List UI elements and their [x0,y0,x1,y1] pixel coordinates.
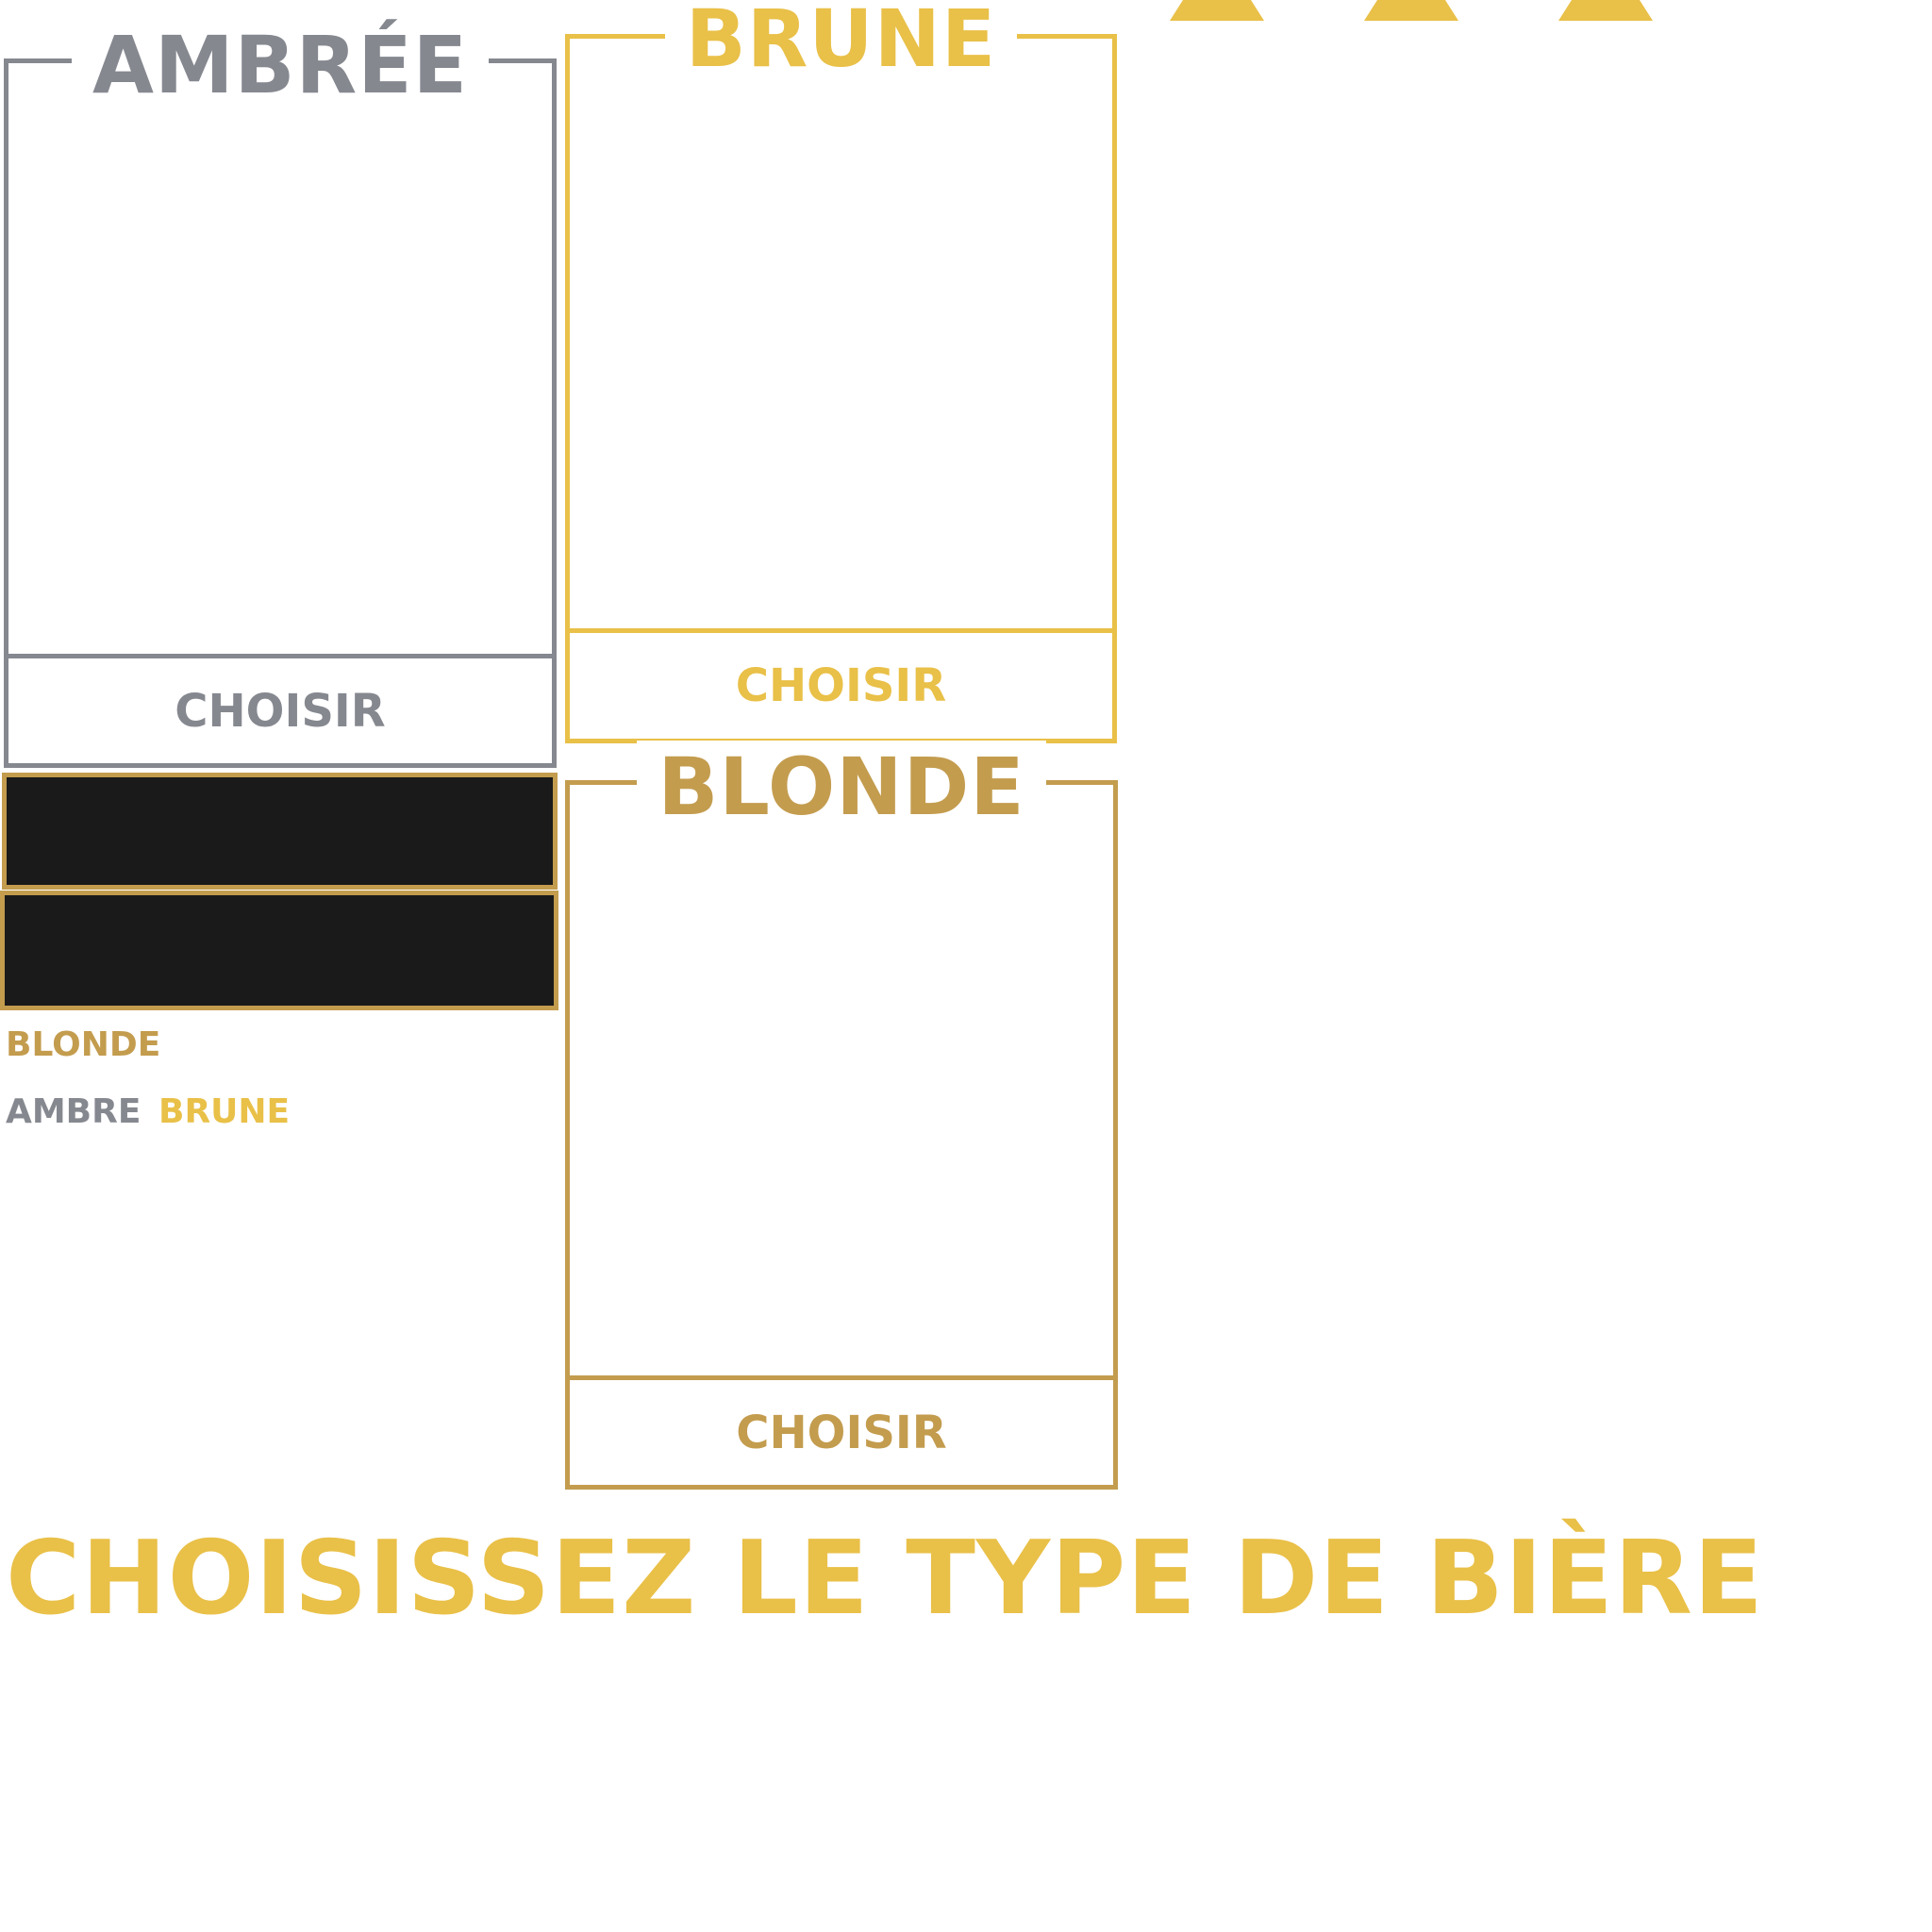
label-ambre: AMBRE [6,1092,142,1131]
dark-swatch [2,773,558,890]
panel-title-brune: BRUNE [570,0,1112,85]
choose-button-blonde[interactable]: CHOISIR [570,1380,1113,1485]
panel-title-text: AMBRÉE [71,19,490,111]
panel-blonde: BLONDE CHOISIR [565,741,1118,1490]
panel-title-text: BLONDE [637,741,1046,833]
panel-ambree: AMBRÉE CHOISIR [4,19,557,768]
dark-swatch [0,891,558,1010]
choose-button-ambree[interactable]: CHOISIR [8,658,552,763]
decorative-tab-shape [1364,0,1458,21]
decorative-tab-shape [1170,0,1264,21]
decorative-tab-shape [1558,0,1653,21]
page-heading: CHOISISSEZ LE TYPE DE BIÈRE [6,1520,1764,1638]
label-blonde: BLONDE [6,1025,161,1064]
choose-button-brune[interactable]: CHOISIR [570,633,1112,739]
label-brune: BRUNE [158,1092,291,1131]
panel-title-ambree: AMBRÉE [8,19,552,111]
panel-title-blonde: BLONDE [570,741,1113,833]
panel-title-text: BRUNE [664,0,1018,85]
panel-brune: BRUNE CHOISIR [565,0,1117,743]
